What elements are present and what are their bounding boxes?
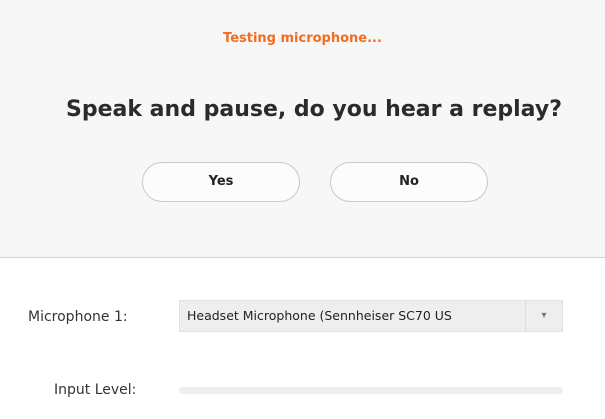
replay-question: Speak and pause, do you hear a replay? [66,97,562,122]
section-divider [0,257,605,258]
input-level-meter [179,387,563,394]
input-level-label: Input Level: [54,382,137,398]
microphone-label: Microphone 1: [28,309,128,325]
microphone-select[interactable]: Headset Microphone (Sennheiser SC70 US ▾ [179,300,563,332]
no-button[interactable]: No [330,162,488,202]
yes-button[interactable]: Yes [142,162,300,202]
testing-status: Testing microphone... [223,31,382,46]
microphone-selected-value: Headset Microphone (Sennheiser SC70 US [187,308,452,323]
microphone-test-dialog: Testing microphone... Speak and pause, d… [0,0,605,419]
chevron-down-icon[interactable]: ▾ [525,301,562,331]
test-panel: Testing microphone... Speak and pause, d… [0,0,605,258]
